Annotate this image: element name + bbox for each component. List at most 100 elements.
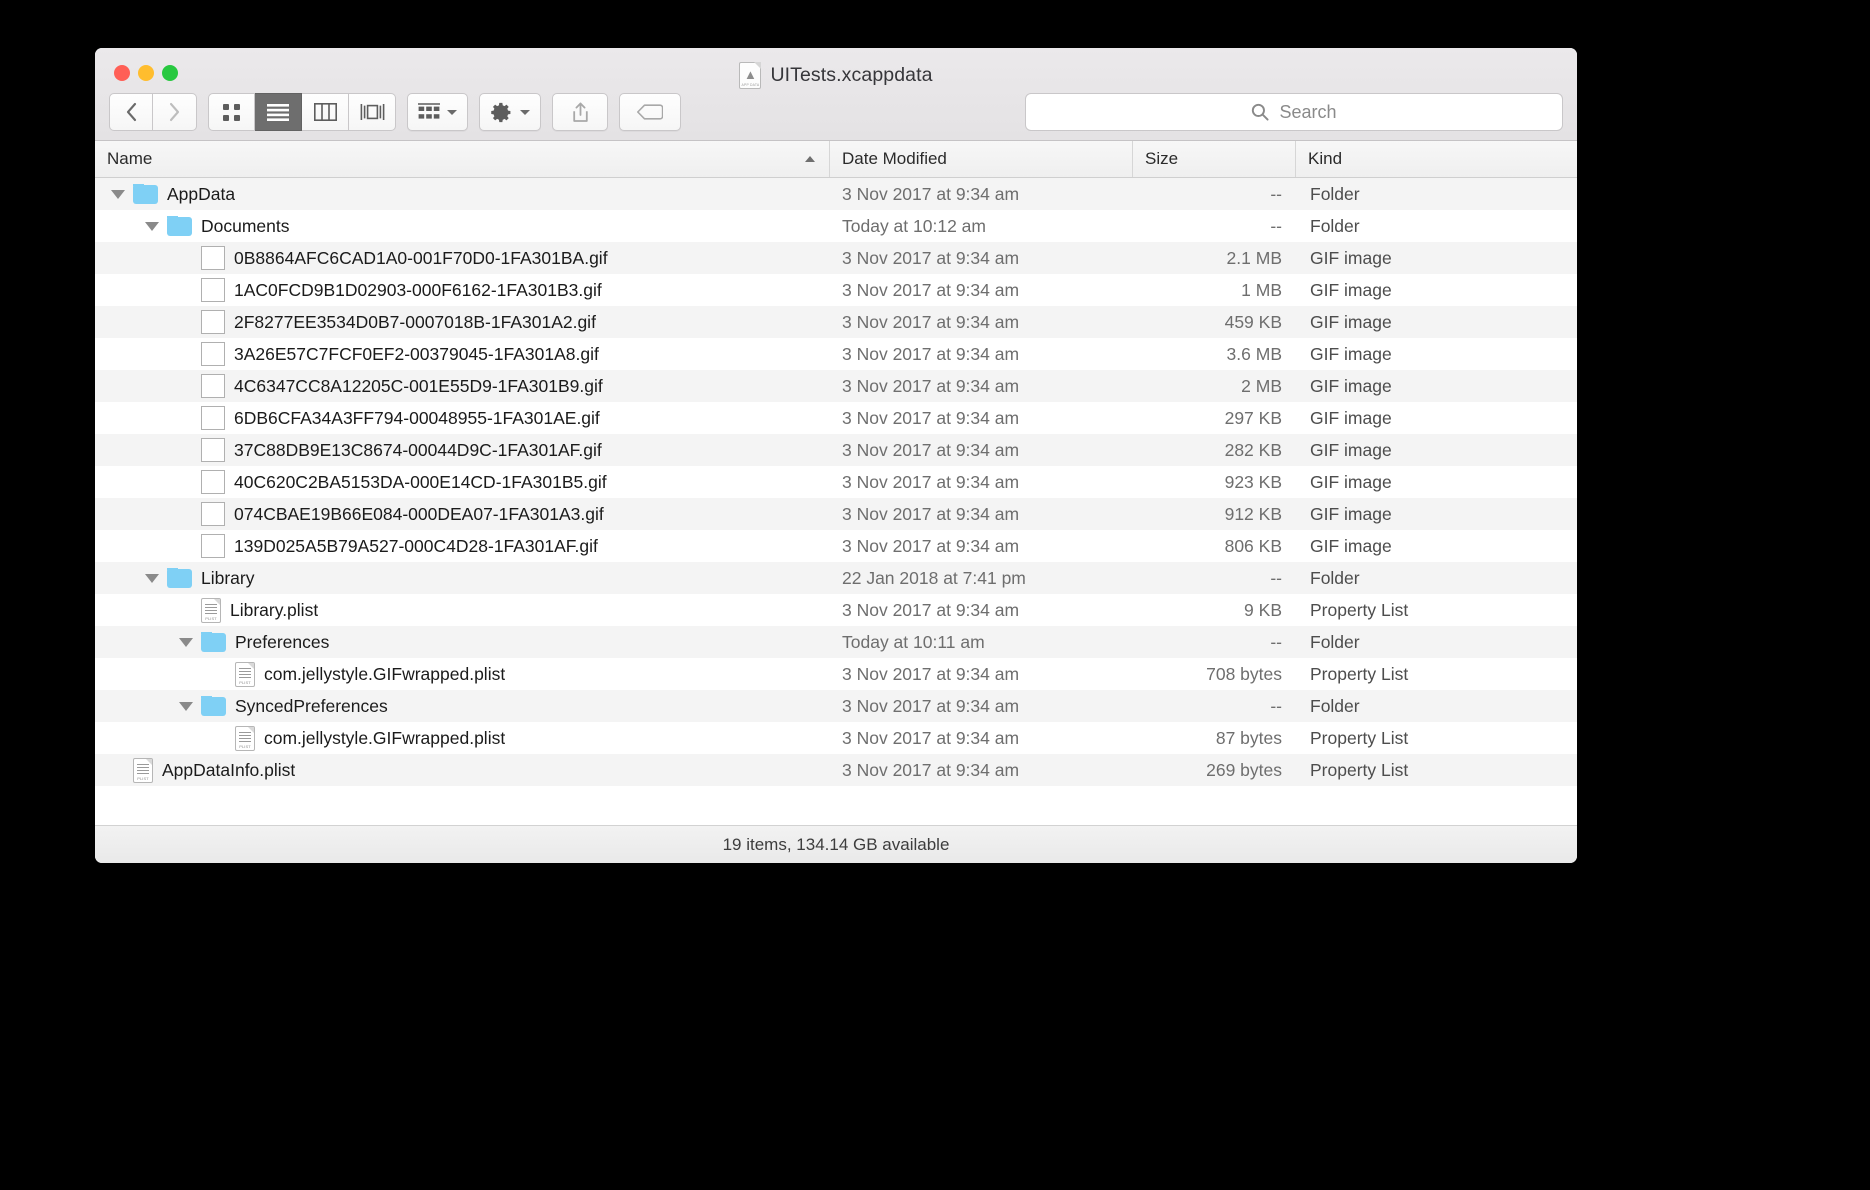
table-row[interactable]: 1AC0FCD9B1D02903-000F6162-1FA301B3.gif 3 … bbox=[95, 274, 1577, 306]
disclosure-triangle-icon[interactable] bbox=[145, 573, 159, 583]
table-row[interactable]: 40C620C2BA5153DA-000E14CD-1FA301B5.gif 3 … bbox=[95, 466, 1577, 498]
file-name-label: Preferences bbox=[235, 631, 330, 652]
table-row[interactable]: PLIST com.jellystyle.GIFwrapped.plist 3 No… bbox=[95, 722, 1577, 754]
gallery-view-button[interactable] bbox=[349, 93, 396, 131]
table-row[interactable]: PLIST com.jellystyle.GIFwrapped.plist 3 No… bbox=[95, 658, 1577, 690]
chevron-down-icon bbox=[447, 109, 457, 115]
file-name-cell: 3A26E57C7FCF0EF2-00379045-1FA301A8.gif bbox=[95, 342, 830, 366]
file-name-label: 1AC0FCD9B1D02903-000F6162-1FA301B3.gif bbox=[234, 279, 602, 300]
file-name-label: AppData bbox=[167, 183, 236, 204]
file-list[interactable]: AppData 3 Nov 2017 at 9:34 am -- Folder Docu… bbox=[95, 178, 1577, 825]
column-header-name-label: Name bbox=[107, 149, 153, 168]
window-titlebar: ▲ APP DATA UITests.xcappdata Search bbox=[95, 48, 1577, 141]
tag-button[interactable] bbox=[619, 93, 681, 131]
maximize-button[interactable] bbox=[162, 65, 178, 81]
folder-icon bbox=[201, 631, 226, 652]
plist-icon-tag: PLIST bbox=[239, 743, 251, 749]
table-row[interactable]: 0B8864AFC6CAD1A0-001F70D0-1FA301BA.gif 3 … bbox=[95, 242, 1577, 274]
column-header-kind[interactable]: Kind bbox=[1296, 141, 1577, 177]
arrange-by-icon bbox=[418, 102, 440, 119]
column-header-size[interactable]: Size bbox=[1133, 141, 1296, 177]
column-header-date-label: Date Modified bbox=[842, 149, 947, 168]
column-view-button[interactable] bbox=[302, 93, 349, 131]
gif-thumbnail-icon bbox=[201, 470, 225, 494]
list-view-button[interactable] bbox=[255, 93, 302, 131]
plist-document-icon: PLIST bbox=[133, 757, 153, 783]
file-kind: Folder bbox=[1310, 183, 1360, 204]
file-size: -- bbox=[1270, 183, 1282, 204]
file-size: 282 KB bbox=[1224, 439, 1282, 460]
table-row[interactable]: PLIST Library.plist 3 Nov 2017 at 9:34 am 9… bbox=[95, 594, 1577, 626]
file-name-label: 37C88DB9E13C8674-00044D9C-1FA301AF.gif bbox=[234, 439, 602, 460]
file-size: -- bbox=[1270, 695, 1282, 716]
file-kind: GIF image bbox=[1310, 503, 1392, 524]
column-header-name[interactable]: Name bbox=[95, 141, 830, 177]
file-size: 2 MB bbox=[1241, 375, 1282, 396]
file-name-cell: 074CBAE19B66E084-000DEA07-1FA301A3.gif bbox=[95, 502, 830, 526]
action-menu-button[interactable] bbox=[479, 93, 541, 131]
folder-icon bbox=[133, 183, 158, 204]
forward-button[interactable] bbox=[153, 93, 197, 131]
plist-icon-lines bbox=[137, 763, 149, 775]
column-header-date-modified[interactable]: Date Modified bbox=[830, 141, 1133, 177]
gif-thumbnail-icon bbox=[201, 374, 225, 398]
table-row[interactable]: Library 22 Jan 2018 at 7:41 pm -- Folder bbox=[95, 562, 1577, 594]
file-date-modified: 3 Nov 2017 at 9:34 am bbox=[842, 407, 1020, 428]
file-date-modified: 3 Nov 2017 at 9:34 am bbox=[842, 535, 1020, 556]
file-name-label: 139D025A5B79A527-000C4D28-1FA301AF.gif bbox=[234, 535, 598, 556]
table-row[interactable]: 074CBAE19B66E084-000DEA07-1FA301A3.gif 3 … bbox=[95, 498, 1577, 530]
disclosure-triangle-icon[interactable] bbox=[111, 189, 125, 199]
table-row[interactable]: 4C6347CC8A12205C-001E55D9-1FA301B9.gif 3 … bbox=[95, 370, 1577, 402]
file-name-label: Documents bbox=[201, 215, 290, 236]
table-row[interactable]: AppData 3 Nov 2017 at 9:34 am -- Folder bbox=[95, 178, 1577, 210]
table-row[interactable]: 3A26E57C7FCF0EF2-00379045-1FA301A8.gif 3 … bbox=[95, 338, 1577, 370]
table-row[interactable]: 139D025A5B79A527-000C4D28-1FA301AF.gif 3 … bbox=[95, 530, 1577, 562]
file-name-cell: Preferences bbox=[95, 631, 830, 653]
file-name-label: Library.plist bbox=[230, 599, 319, 620]
disclosure-triangle-icon[interactable] bbox=[145, 221, 159, 231]
file-date-modified: 3 Nov 2017 at 9:34 am bbox=[842, 599, 1020, 620]
file-size: 269 bytes bbox=[1206, 759, 1282, 780]
gif-thumbnail-icon bbox=[201, 278, 225, 302]
file-kind: GIF image bbox=[1310, 375, 1392, 396]
chevron-right-icon bbox=[169, 102, 180, 122]
file-date-modified: 3 Nov 2017 at 9:34 am bbox=[842, 503, 1020, 524]
gif-thumbnail-icon bbox=[201, 246, 225, 270]
file-name-label: 6DB6CFA34A3FF794-00048955-1FA301AE.gif bbox=[234, 407, 600, 428]
icon-view-button[interactable] bbox=[208, 93, 255, 131]
file-name-label: Library bbox=[201, 567, 255, 588]
file-size: 3.6 MB bbox=[1226, 343, 1282, 364]
minimize-button[interactable] bbox=[138, 65, 154, 81]
share-button[interactable] bbox=[552, 93, 608, 131]
gif-thumbnail-icon bbox=[201, 502, 225, 526]
table-row[interactable]: SyncedPreferences 3 Nov 2017 at 9:34 am --… bbox=[95, 690, 1577, 722]
file-name-label: com.jellystyle.GIFwrapped.plist bbox=[264, 663, 506, 684]
table-row[interactable]: 37C88DB9E13C8674-00044D9C-1FA301AF.gif 3 … bbox=[95, 434, 1577, 466]
file-size: -- bbox=[1270, 567, 1282, 588]
sort-ascending-icon bbox=[805, 156, 815, 162]
file-name-cell: PLIST Library.plist bbox=[95, 597, 830, 623]
gif-thumbnail-icon bbox=[201, 534, 225, 558]
table-row[interactable]: PLIST AppDataInfo.plist 3 Nov 2017 at 9:34… bbox=[95, 754, 1577, 786]
file-kind: GIF image bbox=[1310, 471, 1392, 492]
gif-thumbnail-icon bbox=[201, 342, 225, 366]
table-row[interactable]: 6DB6CFA34A3FF794-00048955-1FA301AE.gif 3 … bbox=[95, 402, 1577, 434]
icon-view-icon bbox=[223, 103, 240, 121]
file-name-label: 0B8864AFC6CAD1A0-001F70D0-1FA301BA.gif bbox=[234, 247, 608, 268]
arrange-by-button[interactable] bbox=[407, 93, 468, 131]
search-field[interactable]: Search bbox=[1025, 93, 1563, 131]
disclosure-triangle-icon[interactable] bbox=[179, 701, 193, 711]
file-name-cell: 37C88DB9E13C8674-00044D9C-1FA301AF.gif bbox=[95, 438, 830, 462]
disclosure-triangle-icon[interactable] bbox=[179, 637, 193, 647]
file-date-modified: 3 Nov 2017 at 9:34 am bbox=[842, 247, 1020, 268]
file-date-modified: Today at 10:11 am bbox=[842, 631, 985, 652]
folder-icon bbox=[167, 215, 192, 236]
table-row[interactable]: Documents Today at 10:12 am -- Folder bbox=[95, 210, 1577, 242]
file-size: -- bbox=[1270, 631, 1282, 652]
table-row[interactable]: Preferences Today at 10:11 am -- Folder bbox=[95, 626, 1577, 658]
close-button[interactable] bbox=[114, 65, 130, 81]
table-row[interactable]: 2F8277EE3534D0B7-0007018B-1FA301A2.gif 3 … bbox=[95, 306, 1577, 338]
finder-toolbar: Search bbox=[109, 92, 1563, 132]
back-button[interactable] bbox=[109, 93, 153, 131]
window-title: UITests.xcappdata bbox=[770, 64, 933, 86]
